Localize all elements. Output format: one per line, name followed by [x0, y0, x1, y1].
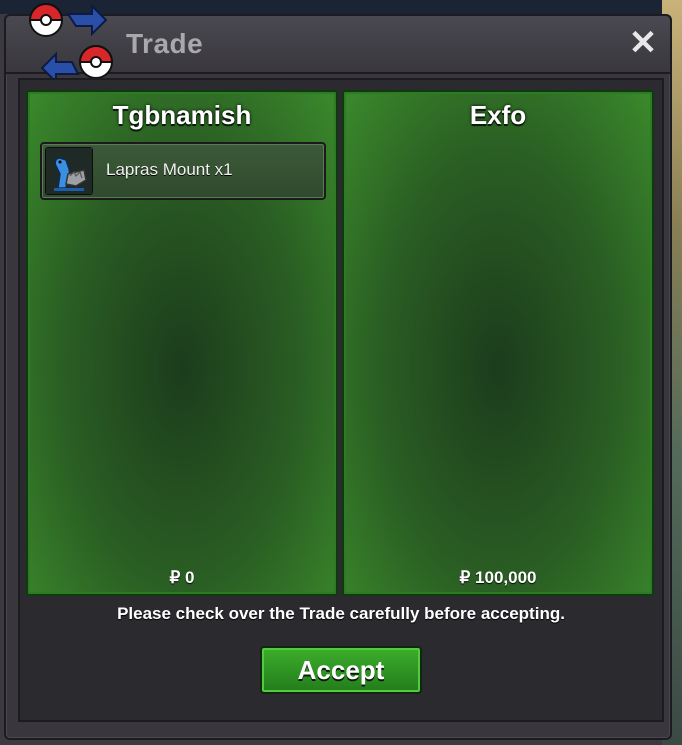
window-title: Trade — [126, 28, 204, 59]
pokeball-icon — [78, 45, 114, 79]
trade-content: Tgbnamish Lapras Mount x1 ₽ 0 Exfo ₽ 100… — [18, 78, 664, 722]
player-name: Tgbnamish — [112, 100, 252, 130]
close-button[interactable]: ✕ — [626, 26, 660, 60]
accept-button[interactable]: Accept — [260, 646, 422, 694]
trade-notice: Please check over the Trade carefully be… — [117, 604, 565, 623]
trade-window: Trade ✕ Tgbnamish Lapras Mount x1 ₽ 0 Ex… — [4, 3, 672, 740]
pokeball-icon — [28, 3, 64, 37]
money-offer-left: ₽ 0 — [169, 568, 195, 587]
money-offer-right: ₽ 100,000 — [459, 568, 537, 587]
trade-icon — [28, 3, 114, 85]
offer-panel-left: Tgbnamish Lapras Mount x1 ₽ 0 — [26, 90, 338, 596]
item-label: Lapras Mount x1 — [106, 160, 233, 179]
player-name: Exfo — [469, 100, 527, 130]
item-slot[interactable]: Lapras Mount x1 — [40, 142, 326, 200]
lapras-icon — [45, 147, 93, 195]
offer-panel-right: Exfo ₽ 100,000 — [342, 90, 654, 596]
